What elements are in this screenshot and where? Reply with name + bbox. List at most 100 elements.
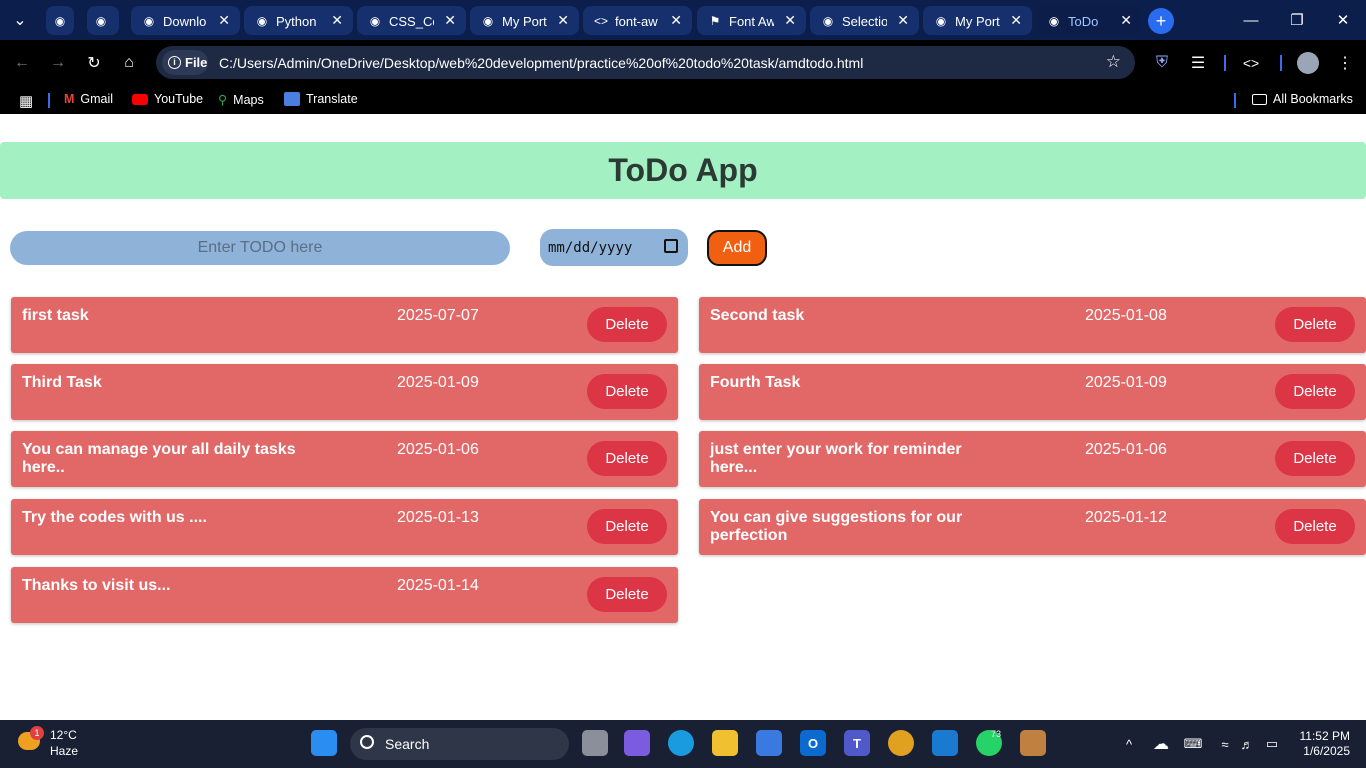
copilot-icon[interactable] xyxy=(624,730,650,756)
tab-6[interactable]: <> font-aw ✕ xyxy=(583,6,692,35)
menu-icon[interactable]: ⋮ xyxy=(1334,52,1356,74)
todo-input[interactable] xyxy=(10,231,510,265)
delete-button[interactable]: Delete xyxy=(587,307,667,342)
wifi-icon[interactable]: ≈ xyxy=(1214,733,1236,755)
site-chip-label: File xyxy=(185,55,208,70)
tab-8[interactable]: ◉ Selectio ✕ xyxy=(810,6,919,35)
taskbar-search[interactable]: Search xyxy=(350,728,569,760)
bookmark-translate[interactable]: Translate xyxy=(284,92,358,106)
delete-button[interactable]: Delete xyxy=(1275,307,1355,342)
delete-button[interactable]: Delete xyxy=(1275,509,1355,544)
calendar-icon[interactable] xyxy=(664,239,678,253)
all-bookmarks-label: All Bookmarks xyxy=(1273,92,1353,106)
teams-icon[interactable]: T xyxy=(844,730,870,756)
shield-icon[interactable]: ⛨ xyxy=(1151,52,1173,74)
profile-icon: ◉ xyxy=(54,14,66,28)
openai-icon: ◉ xyxy=(95,14,107,28)
date-input[interactable]: mm/dd/yyyy xyxy=(540,229,688,266)
reload-button[interactable]: ↻ xyxy=(83,52,105,74)
tab-label: Python xyxy=(276,14,317,29)
restore-button[interactable]: ❐ xyxy=(1274,0,1320,40)
weather-desc: Haze xyxy=(50,744,79,758)
close-window-button[interactable]: ✕ xyxy=(1320,0,1366,40)
todo-text: first task xyxy=(22,307,89,324)
tab-10[interactable]: ◉ ToDo ✕ xyxy=(1036,6,1142,35)
todo-card: first task 2025-07-07 Delete xyxy=(11,297,678,353)
todo-card: Third Task 2025-01-09 Delete xyxy=(11,364,678,420)
tab-close-icon[interactable]: ✕ xyxy=(897,12,909,29)
bookmark-maps[interactable]: ⚲ Maps xyxy=(218,92,264,108)
tab-close-icon[interactable]: ✕ xyxy=(670,12,682,29)
extensions-icon[interactable]: ☰ xyxy=(1187,52,1209,74)
site-info-chip[interactable]: i File xyxy=(162,50,208,75)
tab-7[interactable]: ⚑ Font Aw ✕ xyxy=(697,6,806,35)
bookmarks-bar: ▦ M Gmail YouTube ⚲ Maps Translate All B… xyxy=(0,86,1366,114)
minimize-button[interactable]: — xyxy=(1228,0,1274,40)
tab-close-icon[interactable]: ✕ xyxy=(1120,12,1132,29)
all-bookmarks-button[interactable]: All Bookmarks xyxy=(1252,92,1353,106)
bookmark-gmail[interactable]: M Gmail xyxy=(64,92,113,106)
volume-icon[interactable]: ♬ xyxy=(1236,733,1258,755)
delete-button[interactable]: Delete xyxy=(587,441,667,476)
back-button[interactable]: ← xyxy=(11,52,33,74)
tab-4[interactable]: ◉ CSS_Co ✕ xyxy=(357,6,466,35)
task-view-icon[interactable] xyxy=(582,730,608,756)
keyboard-icon[interactable]: ⌨ xyxy=(1182,733,1204,755)
edge-icon[interactable] xyxy=(668,730,694,756)
forward-button[interactable]: → xyxy=(47,52,69,74)
home-button[interactable]: ⌂ xyxy=(118,52,140,74)
tab-close-icon[interactable]: ✕ xyxy=(557,12,569,29)
address-bar[interactable]: i File C:/Users/Admin/OneDrive/Desktop/w… xyxy=(156,46,1135,79)
add-button[interactable]: Add xyxy=(707,230,767,266)
tab-label: Font Aw xyxy=(729,14,774,29)
tab-label: CSS_Co xyxy=(389,14,434,29)
tab-1[interactable]: ◉ xyxy=(87,6,119,35)
apps-grid-icon[interactable]: ▦ xyxy=(19,92,33,110)
system-clock[interactable]: 11:52 PM 1/6/2025 xyxy=(1300,729,1350,759)
start-windows-icon[interactable] xyxy=(311,730,337,756)
weather-badge: 1 xyxy=(30,726,44,740)
delete-button[interactable]: Delete xyxy=(587,509,667,544)
profile-avatar[interactable] xyxy=(1297,52,1319,74)
new-tab-button[interactable]: + xyxy=(1148,8,1174,34)
zoho-icon: ◉ xyxy=(822,14,834,28)
devtools-code-icon[interactable]: <> xyxy=(1240,52,1262,74)
tab-label: My Port xyxy=(955,14,1000,29)
delete-button[interactable]: Delete xyxy=(587,577,667,612)
microsoft-store-icon[interactable] xyxy=(756,730,782,756)
tab-2[interactable]: ◉ Downlo ✕ xyxy=(131,6,240,35)
tab-close-icon[interactable]: ✕ xyxy=(218,12,230,29)
onedrive-cloud-icon[interactable]: ☁ xyxy=(1150,733,1172,755)
app-header: ToDo App xyxy=(0,142,1366,199)
todo-text: Try the codes with us .... xyxy=(22,509,207,526)
battery-icon[interactable]: ▭ xyxy=(1261,733,1283,755)
tab-search-icon[interactable]: ⌄ xyxy=(9,9,31,31)
date-placeholder: mm/dd/yyyy xyxy=(548,239,633,256)
search-icon xyxy=(360,735,374,749)
tab-close-icon[interactable]: ✕ xyxy=(1010,12,1022,29)
tab-close-icon[interactable]: ✕ xyxy=(331,12,343,29)
chrome-icon[interactable] xyxy=(888,730,914,756)
delete-button[interactable]: Delete xyxy=(587,374,667,409)
weather-temp: 12°C xyxy=(50,728,77,742)
bookmark-youtube[interactable]: YouTube xyxy=(132,92,203,106)
bookmark-star-icon[interactable]: ☆ xyxy=(1106,52,1121,72)
tab-0[interactable]: ◉ xyxy=(46,6,74,35)
bookmark-label: Gmail xyxy=(80,92,114,106)
vscode-icon[interactable] xyxy=(932,730,958,756)
file-explorer-icon[interactable] xyxy=(712,730,738,756)
tab-close-icon[interactable]: ✕ xyxy=(444,12,456,29)
tab-5[interactable]: ◉ My Port ✕ xyxy=(470,6,579,35)
tab-close-icon[interactable]: ✕ xyxy=(784,12,796,29)
tab-3[interactable]: ◉ Python ✕ xyxy=(244,6,353,35)
globe-icon: ◉ xyxy=(256,14,268,28)
chevron-up-icon[interactable]: ^ xyxy=(1118,733,1140,755)
outlook-icon[interactable]: O xyxy=(800,730,826,756)
folder-icon xyxy=(1252,93,1267,105)
delete-button[interactable]: Delete xyxy=(1275,374,1355,409)
tab-9[interactable]: ◉ My Port ✕ xyxy=(923,6,1032,35)
page-viewport: ToDo App mm/dd/yyyy Add first task 2025-0… xyxy=(0,114,1366,720)
todo-card: You can manage your all daily tasks here… xyxy=(11,431,678,487)
hammer-tool-icon[interactable] xyxy=(1020,730,1046,756)
delete-button[interactable]: Delete xyxy=(1275,441,1355,476)
